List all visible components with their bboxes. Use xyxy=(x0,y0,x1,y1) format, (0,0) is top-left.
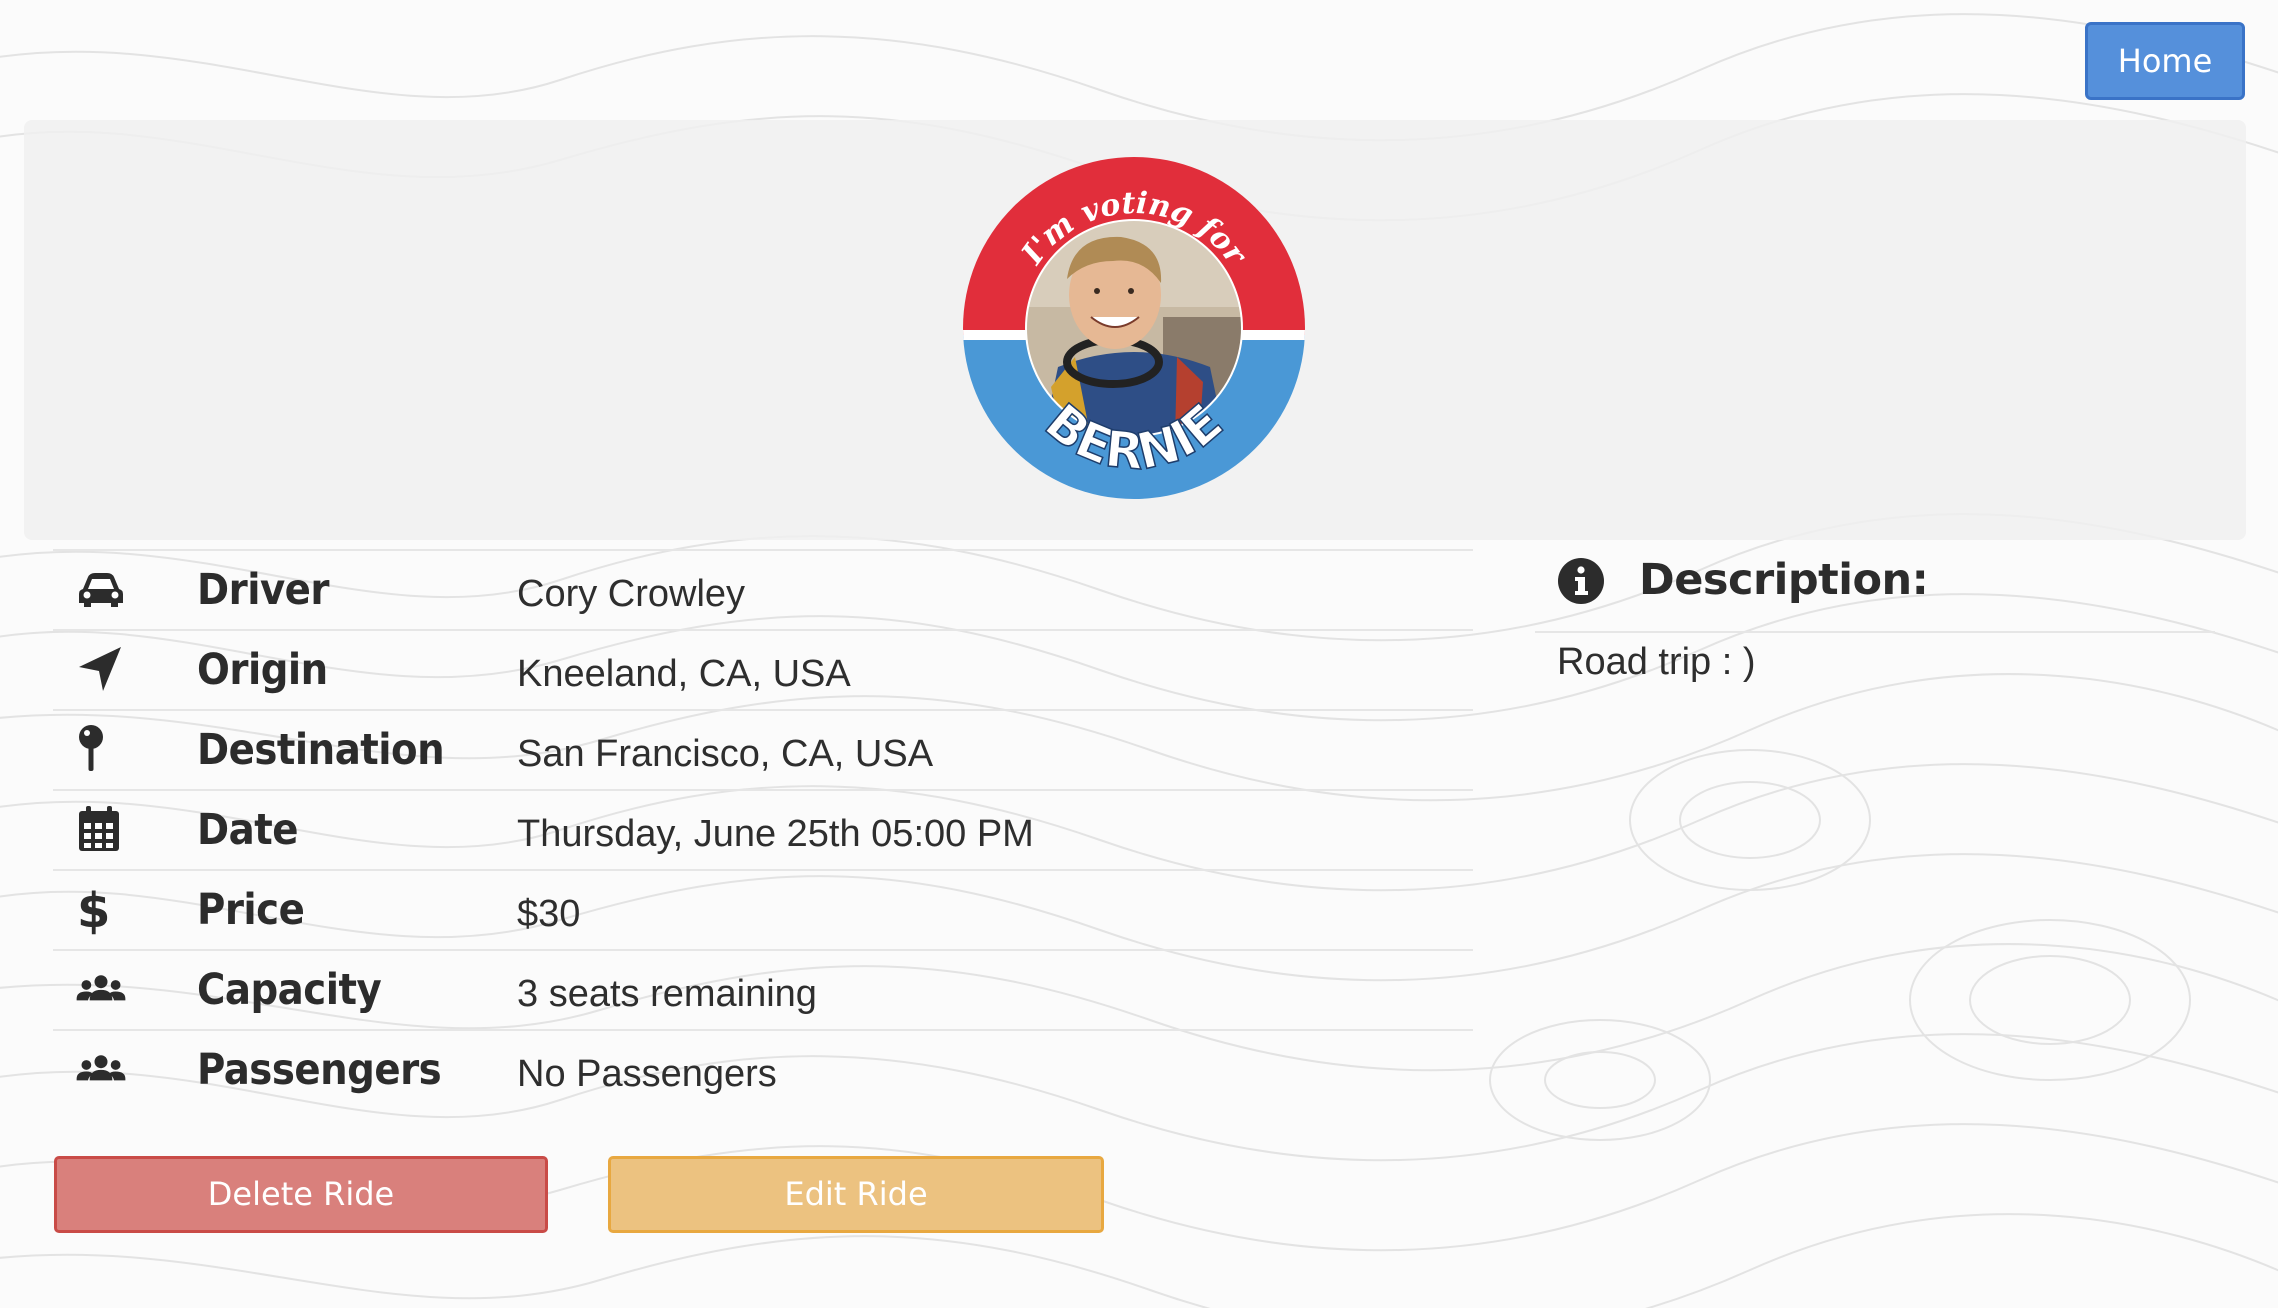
origin-row: Origin Kneeland, CA, USA xyxy=(53,629,1473,709)
destination-row: Destination San Francisco, CA, USA xyxy=(53,709,1473,789)
driver-row: Driver Cory Crowley xyxy=(53,549,1473,629)
svg-text:$: $ xyxy=(77,883,110,935)
description-panel: Description: Road trip : ) xyxy=(1535,549,2215,683)
car-icon xyxy=(79,573,123,607)
capacity-row: Capacity 3 seats remaining xyxy=(53,949,1473,1029)
date-value: Thursday, June 25th 05:00 PM xyxy=(517,813,1034,855)
origin-value: Kneeland, CA, USA xyxy=(517,653,851,695)
destination-label: Destination xyxy=(197,725,445,775)
map-pin-icon xyxy=(79,725,103,771)
date-label: Date xyxy=(197,805,298,855)
users-icon xyxy=(76,1055,126,1081)
calendar-icon xyxy=(79,806,119,851)
info-circle-icon xyxy=(1558,558,1604,604)
price-value: $30 xyxy=(517,893,581,935)
ride-details-page: Home I'm voting for BERNIE Driver Cory C… xyxy=(0,0,2278,1308)
ride-info-table: Driver Cory Crowley Origin Kneeland, CA,… xyxy=(53,549,1473,1109)
driver-avatar: I'm voting for BERNIE xyxy=(963,157,1305,499)
price-label: Price xyxy=(197,885,305,935)
price-row: $ Price $30 xyxy=(53,869,1473,949)
description-text: Road trip : ) xyxy=(1557,641,1756,683)
driver-label: Driver xyxy=(197,565,330,615)
description-title: Description: xyxy=(1639,555,1929,605)
capacity-value: 3 seats remaining xyxy=(517,973,817,1015)
origin-label: Origin xyxy=(197,645,328,695)
delete-ride-button[interactable]: Delete Ride xyxy=(54,1156,548,1233)
date-row: Date Thursday, June 25th 05:00 PM xyxy=(53,789,1473,869)
edit-ride-button[interactable]: Edit Ride xyxy=(608,1156,1104,1233)
passengers-label: Passengers xyxy=(197,1045,442,1095)
home-button[interactable]: Home xyxy=(2085,22,2245,100)
passengers-row: Passengers No Passengers xyxy=(53,1029,1473,1109)
destination-value: San Francisco, CA, USA xyxy=(517,733,934,775)
description-header: Description: xyxy=(1535,549,2215,633)
capacity-label: Capacity xyxy=(197,965,382,1015)
location-arrow-icon xyxy=(79,647,121,691)
passengers-value: No Passengers xyxy=(517,1053,777,1095)
driver-value: Cory Crowley xyxy=(517,573,746,615)
dollar-icon: $ xyxy=(77,883,110,935)
users-icon xyxy=(76,975,126,1001)
